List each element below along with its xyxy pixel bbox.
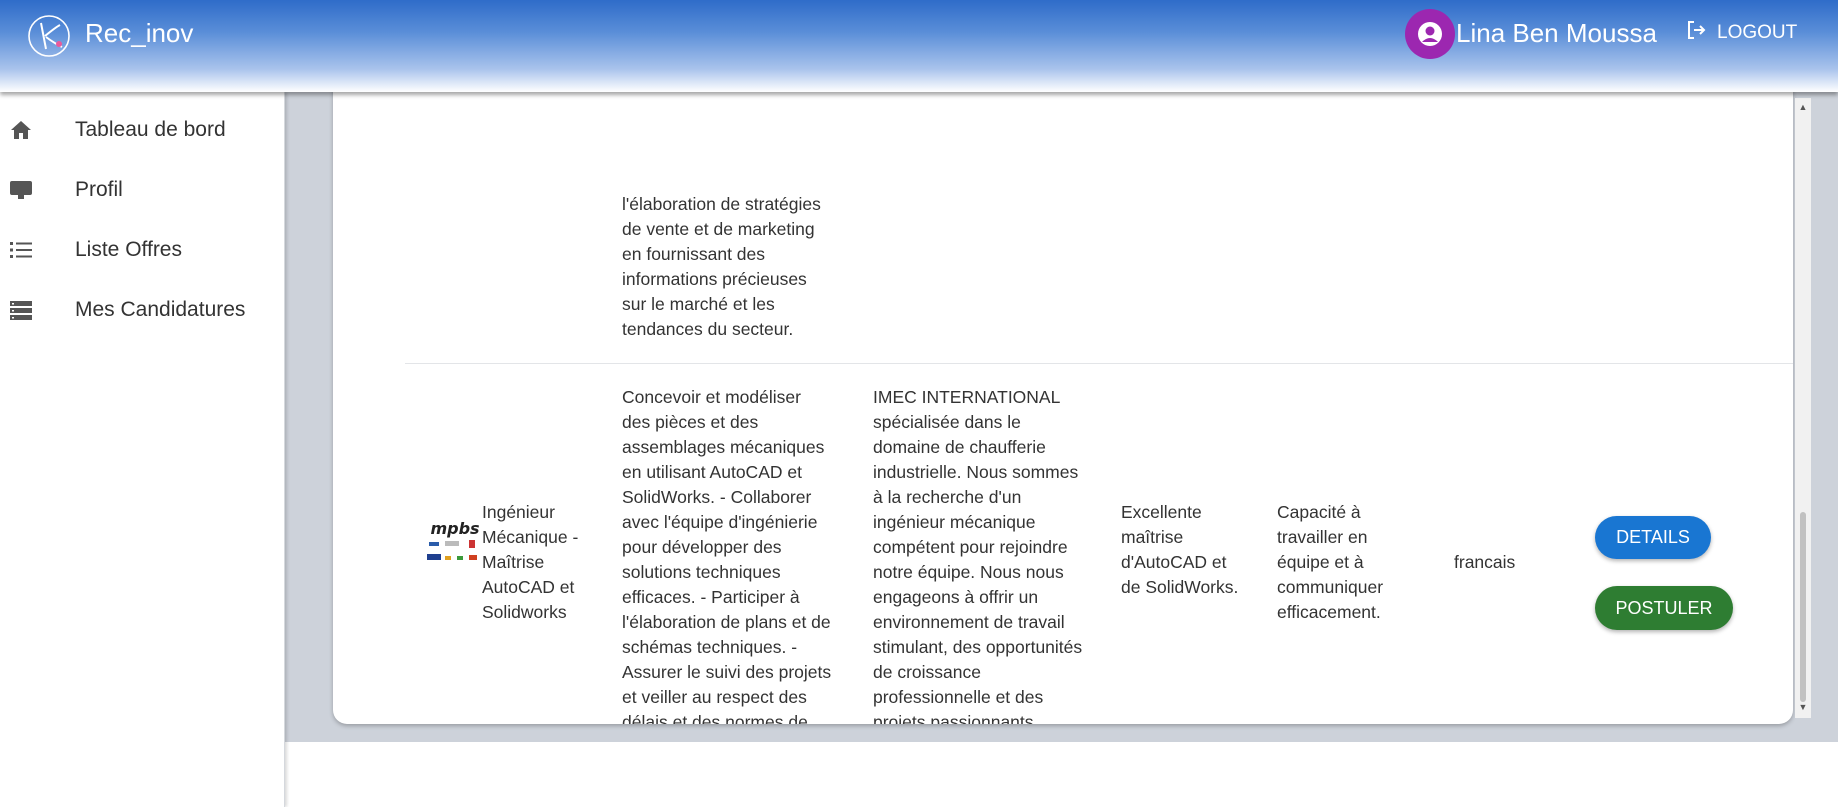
- main-footer-area: [285, 742, 1838, 807]
- company-logo: mpbs: [425, 519, 485, 571]
- offer-skills: Excellente maîtrise d'AutoCAD et de Soli…: [1121, 502, 1239, 597]
- storage-icon: [6, 295, 36, 325]
- sidebar-item-label: Mes Candidatures: [75, 298, 246, 321]
- sidebar-item-dashboard[interactable]: Tableau de bord: [0, 105, 285, 155]
- sidebar-item-offers[interactable]: Liste Offres: [0, 225, 285, 275]
- row-divider: [405, 363, 1793, 364]
- logout-button[interactable]: LOGOUT: [1685, 19, 1797, 47]
- offer-description: Concevoir et modéliser des pièces et des…: [622, 387, 832, 724]
- scroll-down-arrow-icon[interactable]: ▼: [1798, 702, 1808, 712]
- sidebar-item-label: Tableau de bord: [75, 118, 226, 141]
- company-logo-text: mpbs: [430, 519, 480, 538]
- app-title: Rec_inov: [85, 18, 194, 48]
- main-content: l'élaboration de stratégies de vente et …: [285, 72, 1838, 742]
- scroll-up-arrow-icon[interactable]: ▲: [1798, 102, 1808, 112]
- sidebar: Tableau de bord Profil Liste Offres Mes …: [0, 92, 285, 807]
- offers-table-card: l'élaboration de stratégies de vente et …: [333, 72, 1793, 724]
- sidebar-item-label: Liste Offres: [75, 238, 182, 261]
- sidebar-item-profile[interactable]: Profil: [0, 165, 285, 215]
- offer-company: IMEC INTERNATIONAL spécialisée dans le d…: [873, 387, 1083, 724]
- offer-title: Ingénieur Mécanique - Maîtrise AutoCAD e…: [482, 502, 579, 622]
- sidebar-item-label: Profil: [75, 178, 123, 201]
- user-avatar-icon[interactable]: [1405, 9, 1455, 59]
- partner-logos-icon: [427, 540, 477, 560]
- apply-button[interactable]: POSTULER: [1595, 586, 1733, 630]
- scrollbar-thumb[interactable]: [1800, 512, 1806, 702]
- previous-row-description: l'élaboration de stratégies de vente et …: [622, 194, 821, 339]
- list-icon: [6, 235, 36, 265]
- logout-label: LOGOUT: [1717, 22, 1798, 43]
- app-logo-icon[interactable]: [26, 13, 72, 59]
- user-name: Lina Ben Moussa: [1456, 18, 1657, 48]
- logout-icon: [1685, 19, 1707, 47]
- home-icon: [6, 115, 36, 145]
- offer-soft-skills: Capacité à travailler en équipe et à com…: [1277, 502, 1384, 622]
- monitor-icon: [6, 175, 36, 205]
- offer-language: francais: [1454, 552, 1516, 572]
- top-app-bar: Rec_inov Lina Ben Moussa LOGOUT: [0, 0, 1838, 92]
- sidebar-item-applications[interactable]: Mes Candidatures: [0, 285, 285, 335]
- details-button[interactable]: DETAILS: [1595, 516, 1711, 559]
